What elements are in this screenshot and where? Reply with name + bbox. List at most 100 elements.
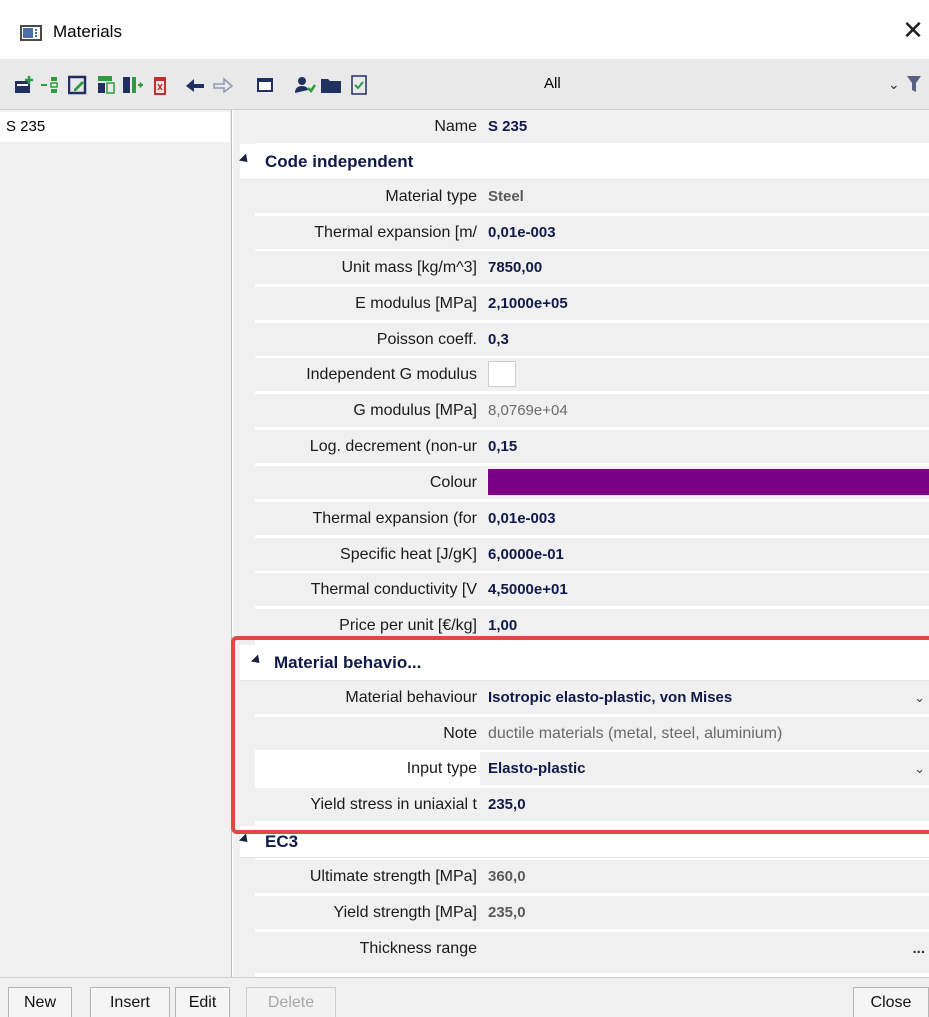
prop-label: Thermal expansion (for — [312, 510, 477, 527]
prop-value-name[interactable]: S 235 — [488, 110, 929, 143]
prop-row-note: Note ductile materials (metal, steel, al… — [255, 717, 929, 751]
section-code-independent[interactable]: Code independent — [238, 144, 929, 180]
prop-label: Thermal conductivity [V — [310, 581, 477, 598]
prop-row-colour: Colour — [255, 466, 929, 500]
save-icon[interactable] — [320, 75, 342, 95]
prop-label: Ultimate strength [MPa] — [309, 868, 477, 885]
prop-row-ultimate-strength: Ultimate strength [MPa] 360,0 — [255, 860, 929, 894]
new-material-icon[interactable] — [14, 75, 36, 95]
collapse-triangle-icon[interactable] — [238, 833, 252, 846]
prop-value-unit-mass[interactable]: 7850,00 — [488, 251, 929, 284]
title-bar: Materials ✕ — [0, 0, 929, 60]
prop-label: Independent G modulus — [306, 366, 477, 383]
prop-label: Poisson coeff. — [376, 331, 477, 348]
chevron-down-icon[interactable]: ⌄ — [914, 752, 925, 785]
prop-label: Material behaviour — [345, 689, 477, 706]
prop-row-e-modulus: E modulus [MPa] 2,1000e+05 — [255, 287, 929, 321]
prop-row-poisson: Poisson coeff. 0,3 — [255, 323, 929, 357]
close-window-icon[interactable]: ✕ — [900, 16, 926, 46]
prop-value-poisson[interactable]: 0,3 — [488, 323, 929, 356]
section-title: Code independent — [265, 152, 414, 171]
prop-label: Input type — [255, 752, 480, 785]
table-icon[interactable] — [254, 75, 276, 95]
list-item[interactable]: S 235 — [0, 112, 230, 142]
checklist-icon[interactable] — [349, 75, 371, 95]
prop-label: Specific heat [J/gK] — [340, 546, 477, 563]
prop-row-g-modulus: G modulus [MPa] 8,0769e+04 — [255, 394, 929, 428]
prop-value-yield-strength: 235,0 — [488, 904, 526, 921]
section-ec3[interactable]: EC3 — [238, 826, 929, 858]
copy-icon[interactable] — [96, 75, 118, 95]
prop-label: Yield stress in uniaxial t — [310, 796, 477, 813]
prop-value-specific-heat[interactable]: 6,0000e-01 — [488, 538, 929, 571]
toolbar: All ⌄ — [0, 60, 929, 110]
collapse-triangle-icon[interactable] — [250, 654, 264, 667]
prop-value-note: ductile materials (metal, steel, alumini… — [488, 725, 783, 742]
prop-label: Yield strength [MPa] — [333, 904, 477, 921]
undo-icon[interactable] — [184, 75, 206, 95]
prop-label: G modulus [MPa] — [353, 402, 477, 419]
prop-value-g-modulus: 8,0769e+04 — [488, 402, 568, 419]
material-behaviour-select[interactable]: Isotropic elasto-plastic, von Mises — [488, 681, 929, 714]
prop-row-material-type: Material type Steel — [255, 180, 929, 214]
prop-row-name: Name S 235 — [255, 110, 929, 144]
prop-label: Name — [434, 118, 477, 135]
new-button[interactable]: New — [8, 987, 72, 1017]
independent-g-checkbox[interactable] — [488, 361, 516, 387]
close-button[interactable]: Close — [853, 987, 929, 1017]
input-type-select[interactable]: Elasto-plastic — [488, 752, 929, 785]
edit-icon[interactable] — [68, 75, 90, 95]
filter-dropdown-chevron-icon[interactable]: ⌄ — [888, 76, 900, 93]
prop-row-input-type: Input type Elasto-plastic ⌄ — [255, 752, 929, 786]
prop-row-yield-strength: Yield strength [MPa] 235,0 — [255, 896, 929, 930]
prop-row-thickness-range: Thickness range ... — [255, 932, 929, 974]
prop-row-yield-stress-uniaxial: Yield stress in uniaxial t 235,0 — [255, 788, 929, 822]
collapse-triangle-icon[interactable] — [238, 153, 252, 166]
prop-row-thermal-expansion: Thermal expansion [m/ 0,01e-003 — [255, 216, 929, 250]
prop-value-log-decrement[interactable]: 0,15 — [488, 430, 929, 463]
prop-row-material-behaviour: Material behaviour Isotropic elasto-plas… — [255, 681, 929, 715]
edit-button[interactable]: Edit — [175, 987, 230, 1017]
colour-swatch[interactable] — [488, 469, 929, 495]
prop-value-thermal-conductivity[interactable]: 4,5000e+01 — [488, 573, 929, 606]
materials-list: S 235 — [0, 110, 232, 977]
prop-row-specific-heat: Specific heat [J/gK] 6,0000e-01 — [255, 538, 929, 572]
prop-row-unit-mass: Unit mass [kg/m^3] 7850,00 — [255, 251, 929, 285]
thickness-range-ellipsis-button[interactable]: ... — [912, 932, 925, 965]
prop-label: Unit mass [kg/m^3] — [341, 259, 477, 276]
prop-value-price[interactable]: 1,00 — [488, 609, 929, 642]
insert-material-icon[interactable] — [40, 75, 62, 95]
prop-label: Note — [443, 725, 477, 742]
filter-select[interactable]: All — [544, 75, 561, 92]
insert-button[interactable]: Insert — [90, 987, 170, 1017]
users-icon[interactable] — [294, 75, 316, 95]
delete-button[interactable]: Delete — [246, 987, 336, 1017]
prop-label: Log. decrement (non-ur — [309, 438, 477, 455]
prop-value-e-modulus[interactable]: 2,1000e+05 — [488, 287, 929, 320]
prop-value-ultimate-strength: 360,0 — [488, 868, 526, 885]
prop-value-thermal-expansion[interactable]: 0,01e-003 — [488, 216, 929, 249]
prop-value-yield-stress-uniaxial[interactable]: 235,0 — [488, 788, 929, 821]
section-material-behaviour[interactable]: Material behavio... — [240, 645, 929, 681]
prop-value-thermal-expansion-fire[interactable]: 0,01e-003 — [488, 502, 929, 535]
prop-row-log-decrement: Log. decrement (non-ur 0,15 — [255, 430, 929, 464]
section-title: EC3 — [265, 832, 299, 851]
prop-label: Material type — [385, 188, 477, 205]
prop-row-independent-g: Independent G modulus — [255, 358, 929, 392]
prop-label: Price per unit [€/kg] — [339, 617, 477, 634]
prop-row-thermal-conductivity: Thermal conductivity [V 4,5000e+01 — [255, 573, 929, 607]
prop-label: Thermal expansion [m/ — [314, 224, 477, 241]
import-icon[interactable] — [122, 75, 144, 95]
prop-row-price: Price per unit [€/kg] 1,00 — [255, 609, 929, 641]
prop-label: Thickness range — [359, 940, 477, 957]
chevron-down-icon[interactable]: ⌄ — [914, 681, 925, 714]
materials-window-icon — [20, 25, 42, 41]
window-title: Materials — [53, 22, 122, 41]
delete-icon[interactable] — [150, 75, 172, 95]
redo-icon[interactable] — [212, 75, 234, 95]
prop-value-material-type: Steel — [488, 188, 524, 205]
prop-label: E modulus [MPa] — [355, 295, 477, 312]
prop-label: Colour — [429, 474, 477, 491]
bottom-button-bar: New Insert Edit Delete Close — [0, 977, 929, 1017]
filter-funnel-icon[interactable] — [906, 74, 922, 94]
